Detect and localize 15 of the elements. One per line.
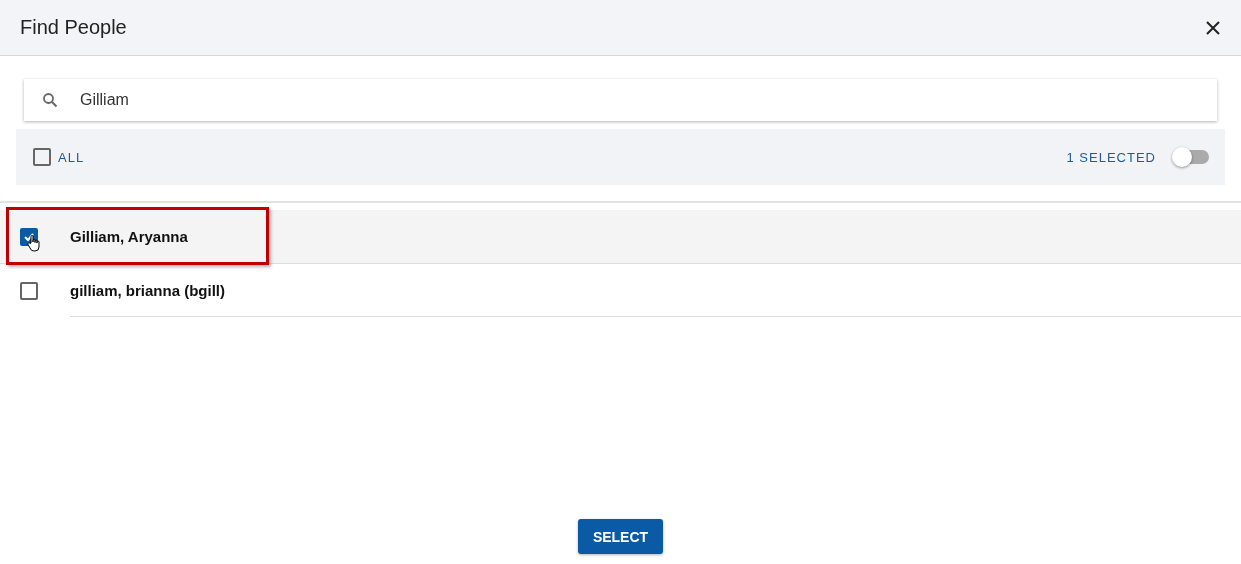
hand-cursor-icon [27, 234, 41, 252]
all-label[interactable]: ALL [58, 149, 85, 165]
selected-count: 1 SELECTED [1066, 149, 1156, 165]
person-checkbox[interactable] [20, 281, 38, 300]
select-button[interactable]: SELECT [577, 519, 664, 554]
person-name: gilliam, brianna (bgill) [70, 282, 225, 299]
dialog-title: Find People [20, 16, 128, 39]
person-row[interactable]: Gilliam, Aryanna [0, 210, 1241, 264]
all-checkbox[interactable] [33, 148, 51, 166]
person-name: Gilliam, Aryanna [70, 228, 188, 245]
close-icon[interactable] [1205, 19, 1221, 36]
search-field[interactable]: Gilliam [78, 90, 1199, 110]
search-icon [42, 92, 58, 108]
person-row[interactable]: gilliam, brianna (bgill) [0, 264, 1241, 317]
selected-toggle[interactable] [1175, 150, 1209, 164]
